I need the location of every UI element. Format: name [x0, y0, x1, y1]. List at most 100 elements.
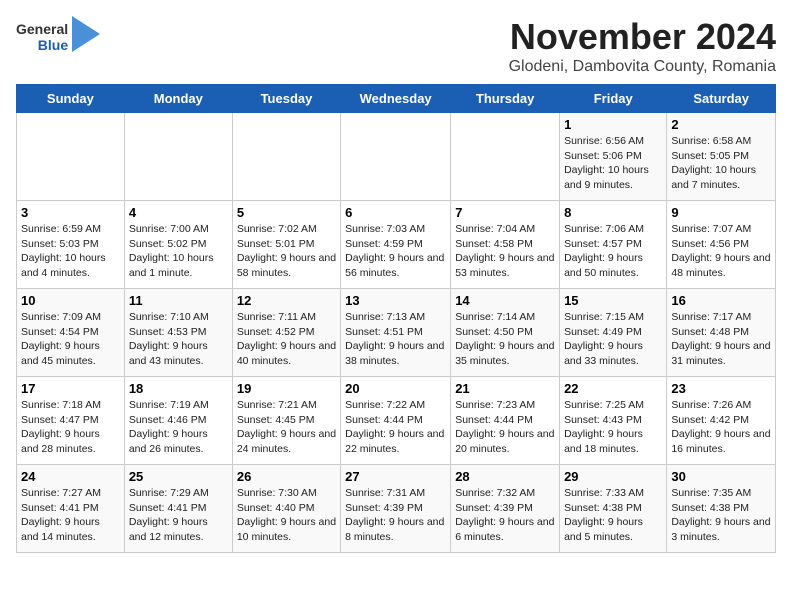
day-cell: [124, 113, 232, 201]
day-info: Sunrise: 7:06 AM Sunset: 4:57 PM Dayligh…: [564, 222, 662, 281]
day-number: 14: [455, 293, 555, 308]
day-cell: 30 Sunrise: 7:35 AM Sunset: 4:38 PM Dayli…: [667, 465, 776, 553]
day-cell: [232, 113, 340, 201]
day-number: 15: [564, 293, 662, 308]
day-cell: 6 Sunrise: 7:03 AM Sunset: 4:59 PM Daylig…: [341, 201, 451, 289]
logo-arrow-icon: [72, 16, 100, 52]
day-number: 19: [237, 381, 336, 396]
day-info: Sunrise: 7:29 AM Sunset: 4:41 PM Dayligh…: [129, 486, 228, 545]
day-info: Sunrise: 7:04 AM Sunset: 4:58 PM Dayligh…: [455, 222, 555, 281]
day-cell: 5 Sunrise: 7:02 AM Sunset: 5:01 PM Daylig…: [232, 201, 340, 289]
calendar-title: November 2024: [509, 16, 776, 58]
day-number: 10: [21, 293, 120, 308]
day-number: 6: [345, 205, 446, 220]
day-info: Sunrise: 6:59 AM Sunset: 5:03 PM Dayligh…: [21, 222, 120, 281]
day-info: Sunrise: 7:35 AM Sunset: 4:38 PM Dayligh…: [671, 486, 771, 545]
day-cell: 8 Sunrise: 7:06 AM Sunset: 4:57 PM Daylig…: [560, 201, 667, 289]
day-info: Sunrise: 7:27 AM Sunset: 4:41 PM Dayligh…: [21, 486, 120, 545]
day-info: Sunrise: 7:26 AM Sunset: 4:42 PM Dayligh…: [671, 398, 771, 457]
day-number: 30: [671, 469, 771, 484]
day-info: Sunrise: 7:00 AM Sunset: 5:02 PM Dayligh…: [129, 222, 228, 281]
day-cell: 25 Sunrise: 7:29 AM Sunset: 4:41 PM Dayli…: [124, 465, 232, 553]
title-section: November 2024 Glodeni, Dambovita County,…: [509, 16, 776, 76]
day-cell: 28 Sunrise: 7:32 AM Sunset: 4:39 PM Dayli…: [451, 465, 560, 553]
day-cell: 9 Sunrise: 7:07 AM Sunset: 4:56 PM Daylig…: [667, 201, 776, 289]
week-row-1: 3 Sunrise: 6:59 AM Sunset: 5:03 PM Daylig…: [17, 201, 776, 289]
calendar-header-row: SundayMondayTuesdayWednesdayThursdayFrid…: [17, 85, 776, 113]
day-info: Sunrise: 6:58 AM Sunset: 5:05 PM Dayligh…: [671, 134, 771, 193]
day-cell: 19 Sunrise: 7:21 AM Sunset: 4:45 PM Dayli…: [232, 377, 340, 465]
day-cell: 10 Sunrise: 7:09 AM Sunset: 4:54 PM Dayli…: [17, 289, 125, 377]
day-info: Sunrise: 7:19 AM Sunset: 4:46 PM Dayligh…: [129, 398, 228, 457]
day-info: Sunrise: 7:02 AM Sunset: 5:01 PM Dayligh…: [237, 222, 336, 281]
day-info: Sunrise: 7:31 AM Sunset: 4:39 PM Dayligh…: [345, 486, 446, 545]
day-info: Sunrise: 7:03 AM Sunset: 4:59 PM Dayligh…: [345, 222, 446, 281]
day-info: Sunrise: 7:10 AM Sunset: 4:53 PM Dayligh…: [129, 310, 228, 369]
header-sunday: Sunday: [17, 85, 125, 113]
day-info: Sunrise: 7:14 AM Sunset: 4:50 PM Dayligh…: [455, 310, 555, 369]
day-number: 24: [21, 469, 120, 484]
day-cell: 11Sunrise: 7:10 AM Sunset: 4:53 PM Dayli…: [124, 289, 232, 377]
day-cell: 7 Sunrise: 7:04 AM Sunset: 4:58 PM Daylig…: [451, 201, 560, 289]
day-number: 7: [455, 205, 555, 220]
day-cell: 13Sunrise: 7:13 AM Sunset: 4:51 PM Dayli…: [341, 289, 451, 377]
day-cell: 2 Sunrise: 6:58 AM Sunset: 5:05 PM Daylig…: [667, 113, 776, 201]
day-cell: 23Sunrise: 7:26 AM Sunset: 4:42 PM Dayli…: [667, 377, 776, 465]
day-cell: 27Sunrise: 7:31 AM Sunset: 4:39 PM Dayli…: [341, 465, 451, 553]
day-cell: 22Sunrise: 7:25 AM Sunset: 4:43 PM Dayli…: [560, 377, 667, 465]
day-number: 18: [129, 381, 228, 396]
day-cell: 4 Sunrise: 7:00 AM Sunset: 5:02 PM Daylig…: [124, 201, 232, 289]
header-tuesday: Tuesday: [232, 85, 340, 113]
day-cell: 24 Sunrise: 7:27 AM Sunset: 4:41 PM Dayli…: [17, 465, 125, 553]
day-number: 13: [345, 293, 446, 308]
day-cell: 14 Sunrise: 7:14 AM Sunset: 4:50 PM Dayli…: [451, 289, 560, 377]
day-number: 21: [455, 381, 555, 396]
logo-blue: Blue: [38, 37, 68, 53]
day-cell: 15 Sunrise: 7:15 AM Sunset: 4:49 PM Dayli…: [560, 289, 667, 377]
day-cell: 18 Sunrise: 7:19 AM Sunset: 4:46 PM Dayli…: [124, 377, 232, 465]
header-wednesday: Wednesday: [341, 85, 451, 113]
day-number: 28: [455, 469, 555, 484]
day-info: Sunrise: 7:22 AM Sunset: 4:44 PM Dayligh…: [345, 398, 446, 457]
day-number: 9: [671, 205, 771, 220]
day-cell: [451, 113, 560, 201]
day-number: 16: [671, 293, 771, 308]
header-thursday: Thursday: [451, 85, 560, 113]
day-info: Sunrise: 7:30 AM Sunset: 4:40 PM Dayligh…: [237, 486, 336, 545]
day-info: Sunrise: 7:32 AM Sunset: 4:39 PM Dayligh…: [455, 486, 555, 545]
week-row-0: 1Sunrise: 6:56 AM Sunset: 5:06 PM Daylig…: [17, 113, 776, 201]
day-number: 20: [345, 381, 446, 396]
day-number: 25: [129, 469, 228, 484]
day-cell: 29Sunrise: 7:33 AM Sunset: 4:38 PM Dayli…: [560, 465, 667, 553]
day-info: Sunrise: 7:11 AM Sunset: 4:52 PM Dayligh…: [237, 310, 336, 369]
day-cell: 16Sunrise: 7:17 AM Sunset: 4:48 PM Dayli…: [667, 289, 776, 377]
week-row-3: 17 Sunrise: 7:18 AM Sunset: 4:47 PM Dayli…: [17, 377, 776, 465]
day-cell: [17, 113, 125, 201]
day-info: Sunrise: 7:09 AM Sunset: 4:54 PM Dayligh…: [21, 310, 120, 369]
day-cell: 26 Sunrise: 7:30 AM Sunset: 4:40 PM Dayli…: [232, 465, 340, 553]
header-monday: Monday: [124, 85, 232, 113]
day-info: Sunrise: 7:23 AM Sunset: 4:44 PM Dayligh…: [455, 398, 555, 457]
day-number: 17: [21, 381, 120, 396]
day-number: 3: [21, 205, 120, 220]
day-number: 1: [564, 117, 662, 132]
day-info: Sunrise: 7:21 AM Sunset: 4:45 PM Dayligh…: [237, 398, 336, 457]
day-cell: 1Sunrise: 6:56 AM Sunset: 5:06 PM Daylig…: [560, 113, 667, 201]
day-number: 4: [129, 205, 228, 220]
week-row-4: 24 Sunrise: 7:27 AM Sunset: 4:41 PM Dayli…: [17, 465, 776, 553]
calendar-table: SundayMondayTuesdayWednesdayThursdayFrid…: [16, 84, 776, 553]
day-cell: 21 Sunrise: 7:23 AM Sunset: 4:44 PM Dayli…: [451, 377, 560, 465]
day-info: Sunrise: 7:15 AM Sunset: 4:49 PM Dayligh…: [564, 310, 662, 369]
logo: General Blue: [16, 16, 100, 57]
day-info: Sunrise: 7:07 AM Sunset: 4:56 PM Dayligh…: [671, 222, 771, 281]
day-number: 26: [237, 469, 336, 484]
day-info: Sunrise: 7:18 AM Sunset: 4:47 PM Dayligh…: [21, 398, 120, 457]
day-number: 2: [671, 117, 771, 132]
logo-general: General: [16, 21, 68, 37]
day-info: Sunrise: 7:33 AM Sunset: 4:38 PM Dayligh…: [564, 486, 662, 545]
day-number: 8: [564, 205, 662, 220]
day-number: 12: [237, 293, 336, 308]
day-cell: [341, 113, 451, 201]
day-number: 5: [237, 205, 336, 220]
day-cell: 12 Sunrise: 7:11 AM Sunset: 4:52 PM Dayli…: [232, 289, 340, 377]
